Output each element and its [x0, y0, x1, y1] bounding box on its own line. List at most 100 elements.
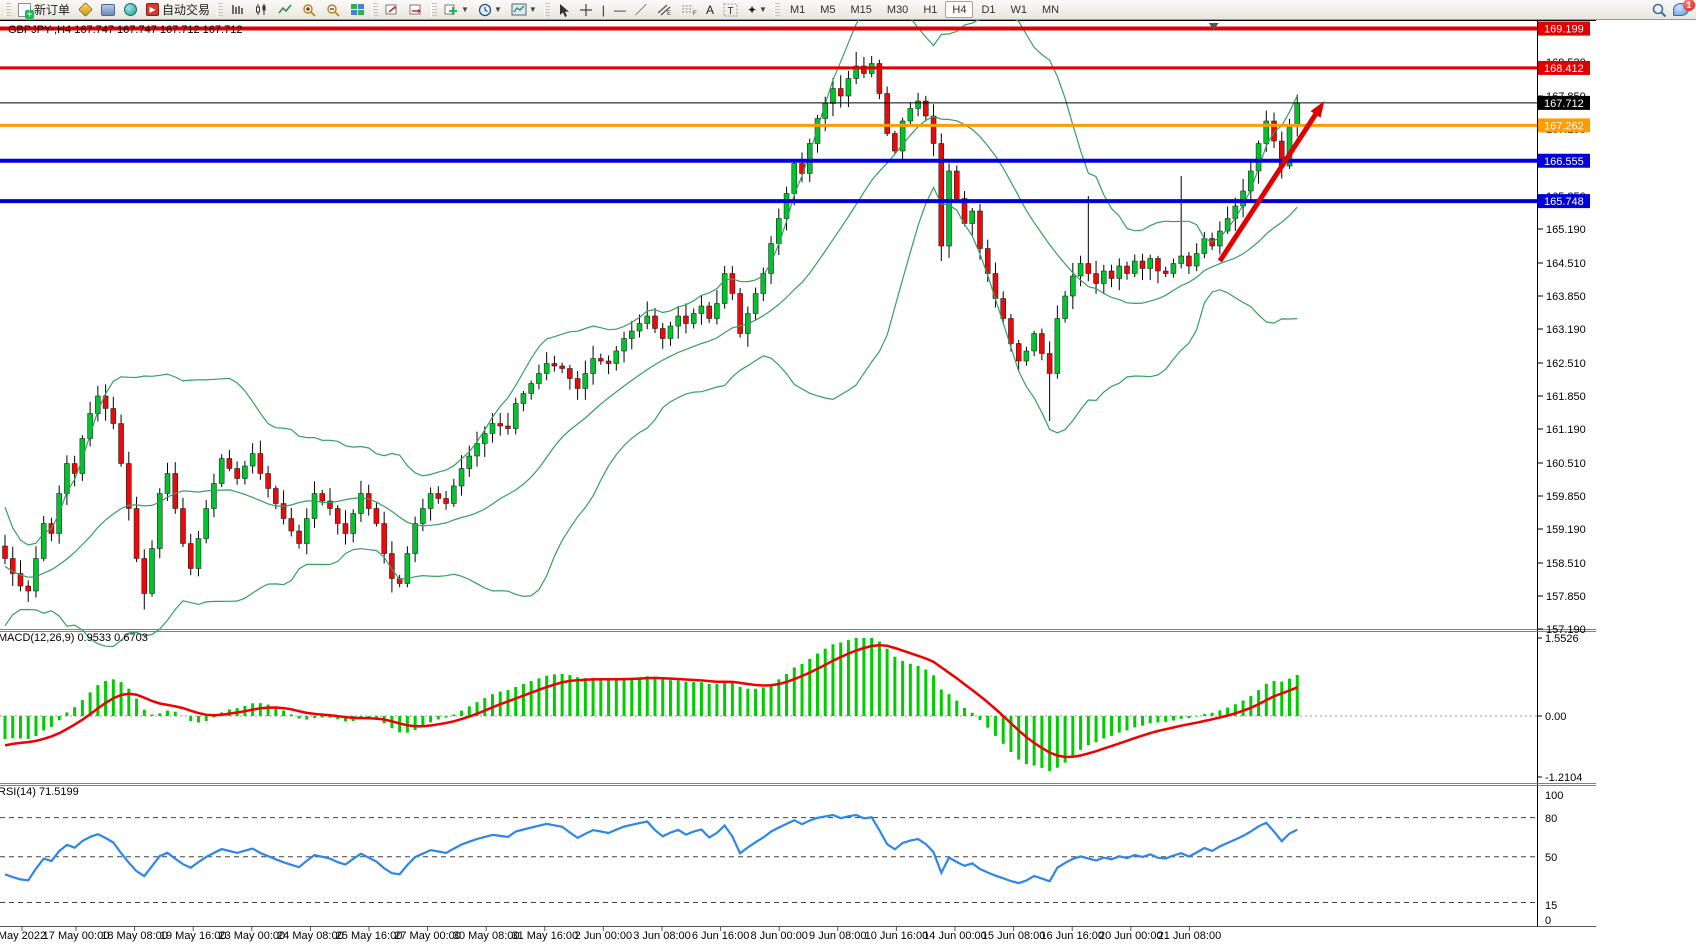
- timeframe-m15-button[interactable]: M15: [844, 1, 879, 18]
- price-chart-canvas[interactable]: 168.530167.850167.190166.510165.850165.1…: [0, 20, 1696, 944]
- candle: [157, 488, 162, 558]
- horizontal-line-tool-button[interactable]: —: [610, 1, 630, 19]
- main-toolbar: + 新订单 ▶ 自动交易 ▼ ▼ ▼ | — ／ E: [0, 0, 1696, 20]
- timeframe-m1-button[interactable]: M1: [783, 1, 812, 18]
- label-tool-icon: T: [723, 3, 738, 17]
- toolbar-grip[interactable]: [774, 3, 780, 17]
- time-tick-label: 15 Jun 08:00: [982, 930, 1046, 942]
- rsi-scale-label: 15: [1545, 900, 1557, 912]
- candlestick-chart-button[interactable]: [250, 1, 273, 19]
- crosshair-tool-button[interactable]: [575, 1, 597, 19]
- cursor-tool-button[interactable]: [553, 1, 574, 19]
- price-tag: 168.412: [1538, 61, 1590, 75]
- toolbar-grip[interactable]: [5, 3, 11, 17]
- time-tick-label: 30 May 08:00: [453, 930, 520, 942]
- toolbar-grip[interactable]: [217, 3, 223, 17]
- new-order-button[interactable]: + 新订单: [14, 1, 74, 19]
- clock-icon: [478, 3, 492, 17]
- market-button[interactable]: [97, 1, 119, 19]
- price-tick-label: 161.190: [1546, 424, 1586, 436]
- signals-button[interactable]: [120, 1, 141, 19]
- price-tick-label: 157.850: [1546, 591, 1586, 603]
- autotrading-label: 自动交易: [162, 1, 210, 18]
- autotrading-button[interactable]: ▶ 自动交易: [142, 1, 214, 19]
- candle: [150, 540, 155, 596]
- macd-indicator-label: MACD(12,26,9) 0.9533 0.6703: [0, 632, 148, 644]
- time-tick-label: 17 May 00:00: [43, 930, 110, 942]
- timeframe-h1-button[interactable]: H1: [916, 1, 944, 18]
- indicators-dropdown-caret: ▼: [461, 5, 469, 14]
- zoom-out-button[interactable]: [322, 1, 345, 19]
- price-tick-label: 164.510: [1546, 258, 1586, 270]
- candle: [1063, 291, 1068, 323]
- tile-windows-button[interactable]: [346, 1, 369, 19]
- fibonacci-tool-button[interactable]: F: [677, 1, 701, 19]
- timeframe-d1-button[interactable]: D1: [974, 1, 1002, 18]
- line-chart-button[interactable]: [274, 1, 297, 19]
- time-tick-label: 9 Jun 08:00: [809, 930, 867, 942]
- zoom-in-button[interactable]: [298, 1, 321, 19]
- time-tick-label: 23 May 00:00: [218, 930, 285, 942]
- time-tick-label: 19 May 16:00: [160, 930, 227, 942]
- timeframe-m5-button[interactable]: M5: [813, 1, 842, 18]
- templates-button[interactable]: ▼: [507, 1, 541, 19]
- tile-windows-icon: [350, 3, 365, 16]
- trendline-tool-button[interactable]: ／: [631, 1, 651, 19]
- svg-text:167.712: 167.712: [1544, 98, 1584, 110]
- price-tick-label: 165.190: [1546, 224, 1586, 236]
- periods-button[interactable]: ▼: [474, 1, 506, 19]
- time-tick-label: 20 Jun 00:00: [1099, 930, 1163, 942]
- text-tool-icon: A: [706, 3, 714, 17]
- bar-chart-icon: [230, 3, 245, 16]
- timeframe-w1-button[interactable]: W1: [1004, 1, 1035, 18]
- equidistant-channel-button[interactable]: E: [652, 1, 676, 19]
- candle: [877, 60, 882, 99]
- timeframe-h4-button[interactable]: H4: [945, 1, 973, 18]
- metaeditor-icon: [78, 2, 93, 17]
- label-tool-button[interactable]: T: [719, 1, 742, 19]
- shapes-icon: ✦: [747, 3, 757, 17]
- vertical-line-tool-button[interactable]: |: [598, 1, 609, 19]
- price-tick-label: 161.850: [1546, 391, 1586, 403]
- macd-scale-label: 1.5526: [1545, 633, 1579, 645]
- fibonacci-icon: F: [681, 3, 697, 16]
- svg-text:166.555: 166.555: [1544, 156, 1584, 168]
- text-tool-button[interactable]: A: [702, 1, 718, 19]
- price-tick-label: 162.510: [1546, 358, 1586, 370]
- notifications-chat-icon[interactable]: 1: [1673, 3, 1689, 16]
- notification-badge: 1: [1683, 0, 1695, 11]
- time-tick-label: May 2022: [0, 930, 46, 942]
- chart-window[interactable]: 168.530167.850167.190166.510165.850165.1…: [0, 20, 1696, 944]
- candle: [939, 134, 944, 261]
- timeframe-mn-button[interactable]: MN: [1035, 1, 1066, 18]
- price-tick-label: 163.190: [1546, 324, 1586, 336]
- arrange-charts-button[interactable]: [381, 1, 404, 19]
- indicators-icon: [444, 3, 459, 16]
- indicators-button[interactable]: ▼: [440, 1, 473, 19]
- new-order-label: 新订单: [34, 1, 70, 18]
- svg-text:T: T: [727, 6, 733, 17]
- toolbar-grip[interactable]: [544, 3, 550, 17]
- templates-icon: [511, 3, 527, 16]
- search-icon[interactable]: [1651, 2, 1667, 18]
- svg-text:E: E: [667, 11, 671, 16]
- rsi-scale-label: 50: [1545, 852, 1557, 864]
- price-tag: 169.199: [1538, 22, 1590, 36]
- price-tick-label: 159.190: [1546, 524, 1586, 536]
- timeframe-m30-button[interactable]: M30: [880, 1, 915, 18]
- toolbar-grip[interactable]: [372, 3, 378, 17]
- arrange-charts-icon: [385, 3, 400, 16]
- metaeditor-button[interactable]: [75, 1, 96, 19]
- price-tag: 167.712: [1538, 96, 1590, 110]
- time-tick-label: 18 May 08:00: [101, 930, 168, 942]
- svg-text:169.199: 169.199: [1544, 24, 1584, 36]
- time-tick-label: 10 Jun 16:00: [865, 930, 929, 942]
- shapes-tool-button[interactable]: ✦ ▼: [743, 1, 771, 19]
- time-tick-label: 31 May 16:00: [511, 930, 578, 942]
- zoom-in-icon: [302, 3, 317, 17]
- candle: [954, 166, 959, 203]
- toolbar-grip[interactable]: [431, 3, 437, 17]
- bar-chart-button[interactable]: [226, 1, 249, 19]
- track-chart-button[interactable]: [405, 1, 428, 19]
- macd-scale-label: 0.00: [1545, 711, 1566, 723]
